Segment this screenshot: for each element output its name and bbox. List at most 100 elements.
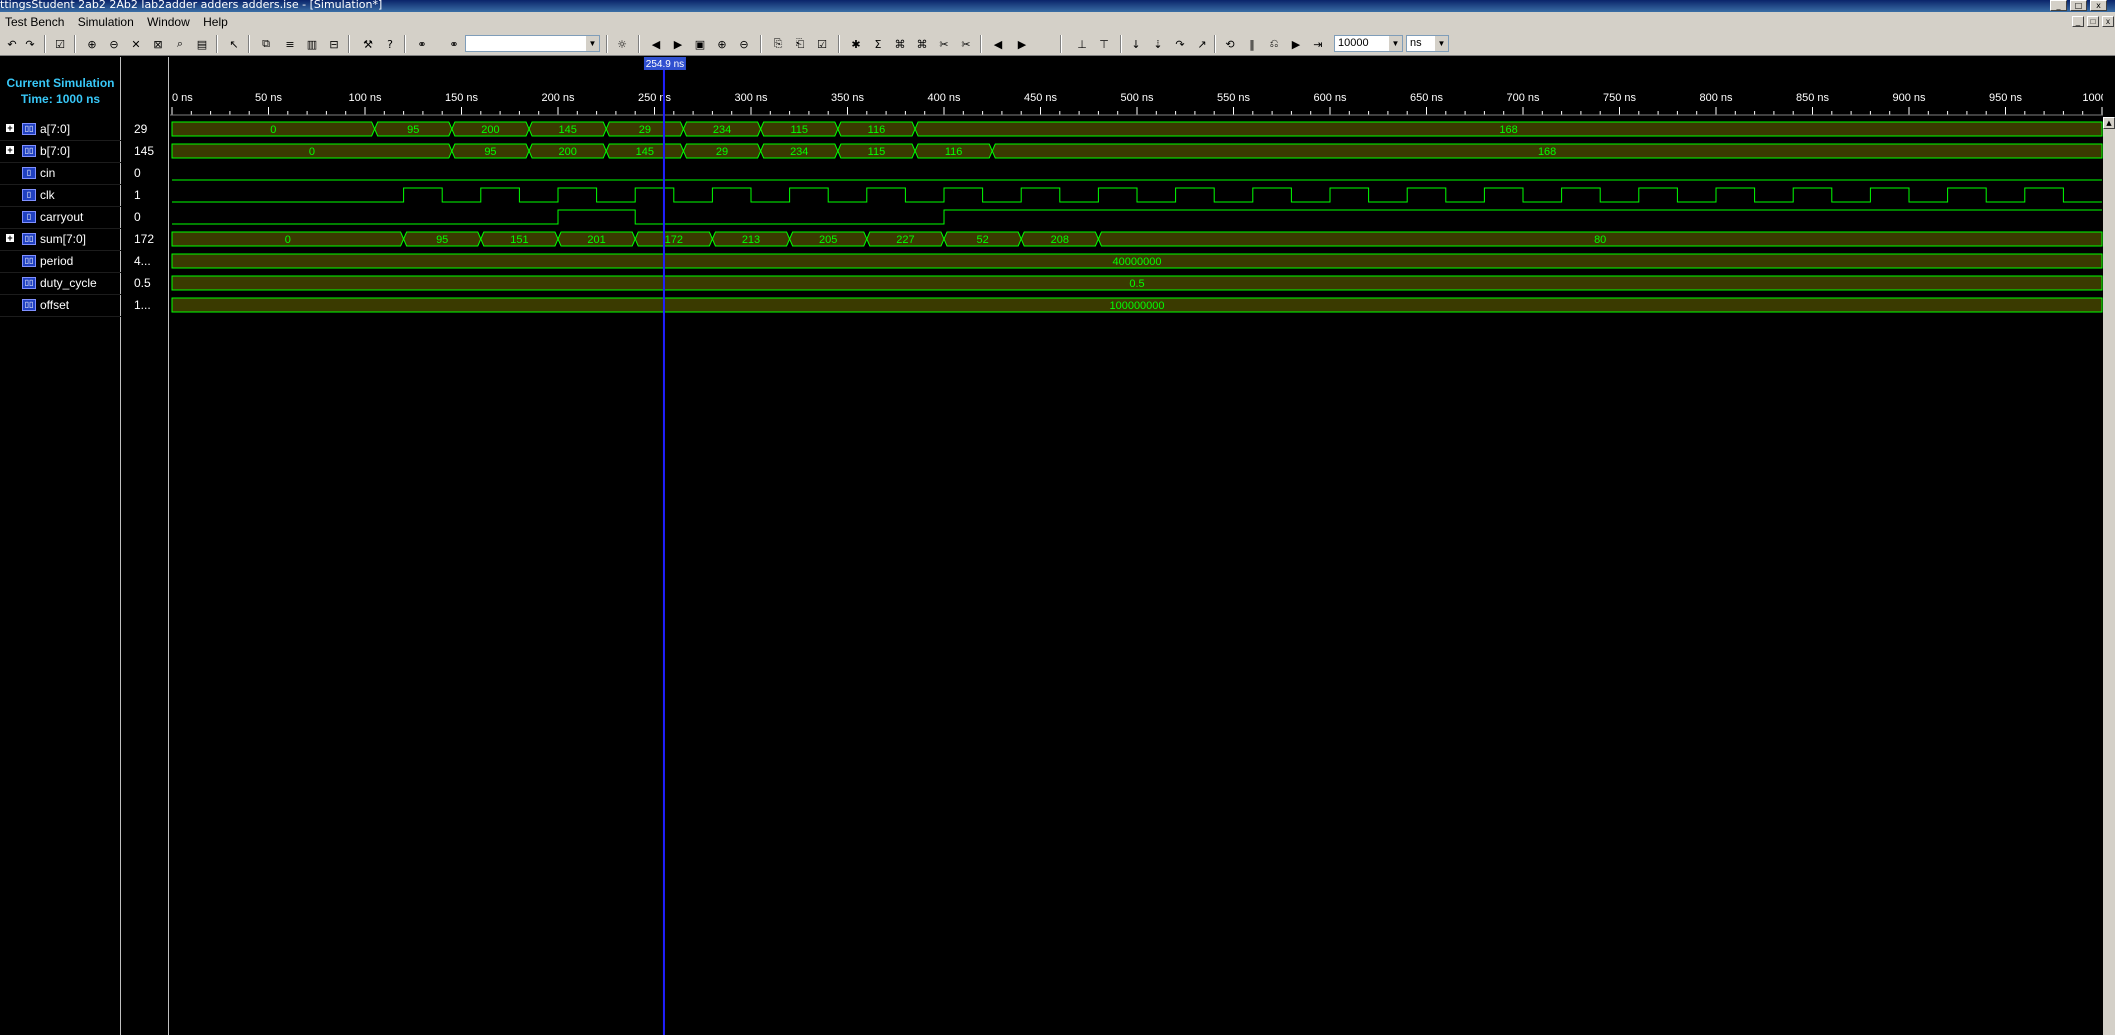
- find-next-icon[interactable]: ⚭: [446, 36, 462, 52]
- signal-row[interactable]: + ▯▯ sum[7:0]: [0, 229, 121, 251]
- signal-value: 29: [134, 122, 148, 136]
- zoom-reset-icon[interactable]: ⊖: [736, 36, 752, 52]
- chevron-down-icon[interactable]: ▼: [1389, 36, 1402, 51]
- expand-icon[interactable]: +: [6, 234, 14, 243]
- remove-signal-icon[interactable]: ≡: [282, 36, 298, 52]
- back-icon[interactable]: ◀: [990, 36, 1006, 52]
- title-bar: ttingsStudent 2ab2 2Ab2 lab2adder adders…: [0, 0, 2115, 12]
- bus-value-label: 116: [868, 124, 886, 136]
- child-close-button[interactable]: x: [2102, 16, 2114, 27]
- run-for-icon[interactable]: ⇥: [1310, 36, 1326, 52]
- child-minimize-button[interactable]: _: [2072, 16, 2084, 27]
- break-icon[interactable]: ⎌: [1266, 36, 1282, 52]
- bus-value-label: 115: [868, 146, 886, 158]
- clipboard-check-icon[interactable]: ☑: [814, 36, 830, 52]
- step-into-icon[interactable]: ⇣: [1150, 36, 1166, 52]
- restart-icon[interactable]: ⟲: [1222, 36, 1238, 52]
- time-label: 950 ns: [1989, 92, 2023, 104]
- divider-icon[interactable]: ▥: [304, 36, 320, 52]
- binoculars-icon[interactable]: ⚭: [414, 36, 430, 52]
- find-icon[interactable]: ⌕: [172, 36, 188, 52]
- chevron-down-icon[interactable]: ▼: [586, 36, 599, 51]
- marker-icon[interactable]: ▣: [692, 36, 708, 52]
- menu-test-bench[interactable]: Test Bench: [0, 12, 69, 32]
- undo-icon[interactable]: ↶: [4, 36, 20, 52]
- previous-marker-icon[interactable]: ◀: [648, 36, 664, 52]
- signal-name: a[7:0]: [40, 122, 71, 136]
- step-icon[interactable]: ↓: [1128, 36, 1144, 52]
- paste-icon[interactable]: ⎗: [792, 36, 808, 52]
- expand-icon[interactable]: +: [6, 124, 14, 133]
- bit-up-icon[interactable]: ⊥: [1074, 36, 1090, 52]
- signal-row[interactable]: ▯ clk: [0, 185, 121, 207]
- zoom-area-icon[interactable]: ⊕: [714, 36, 730, 52]
- waveform-pane[interactable]: 0 ns 50 ns 100 ns 150 ns 200 ns 250 ns 300 ns 3…: [170, 57, 2103, 1035]
- zoom-in-icon[interactable]: ⊕: [84, 36, 100, 52]
- pointer-icon[interactable]: ↖: [226, 36, 242, 52]
- properties-icon[interactable]: ⚒: [360, 36, 376, 52]
- waveform-icon[interactable]: ▤: [194, 36, 210, 52]
- zoom-full-icon[interactable]: ✕: [128, 36, 144, 52]
- bus-value-label: 29: [639, 124, 651, 136]
- signal-row[interactable]: ▯ cin: [0, 163, 121, 185]
- time-label: 50 ns: [255, 92, 282, 104]
- search-combo[interactable]: ▼: [465, 35, 600, 52]
- signal-row[interactable]: ▯ carryout: [0, 207, 121, 229]
- add-signal-icon[interactable]: ⧉: [258, 36, 274, 52]
- bit-down-icon[interactable]: ⊤: [1096, 36, 1112, 52]
- menu-bar: Test Bench Simulation Window Help _ □ x: [0, 12, 2115, 32]
- step-over-icon[interactable]: ↷: [1172, 36, 1188, 52]
- waveform-canvas[interactable]: 0 ns 50 ns 100 ns 150 ns 200 ns 250 ns 300 ns 3…: [170, 57, 2103, 1035]
- signal-value: 4...: [134, 254, 151, 268]
- step-out-icon[interactable]: ↗: [1194, 36, 1210, 52]
- signal-value: 172: [134, 232, 155, 246]
- zoom-fit-icon[interactable]: ⊠: [150, 36, 166, 52]
- cut-icon[interactable]: ✂: [936, 36, 952, 52]
- bus-value-label: 29: [716, 146, 728, 158]
- chevron-down-icon[interactable]: ▼: [1435, 36, 1448, 51]
- redo-icon[interactable]: ↷: [22, 36, 38, 52]
- bus-value-label: 0: [309, 146, 315, 158]
- zoom-out-icon[interactable]: ⊖: [106, 36, 122, 52]
- copy-icon[interactable]: ⎘: [770, 36, 786, 52]
- bus-icon[interactable]: ⊟: [326, 36, 342, 52]
- ungroup-icon[interactable]: ⌘: [914, 36, 930, 52]
- scroll-up-icon[interactable]: ▲: [2103, 117, 2115, 129]
- menu-help[interactable]: Help: [198, 12, 233, 32]
- sim-time-input[interactable]: 10000 ▼: [1334, 35, 1403, 52]
- help-icon[interactable]: ?: [382, 36, 398, 52]
- signal-row[interactable]: + ▯▯ b[7:0]: [0, 141, 121, 163]
- expand-icon[interactable]: +: [6, 146, 14, 155]
- signal-name: clk: [40, 188, 55, 202]
- window-title: ttingsStudent 2ab2 2Ab2 lab2adder adders…: [0, 0, 383, 11]
- bus-value-label: 200: [558, 146, 576, 158]
- signal-row[interactable]: ▯▯ offset: [0, 295, 121, 317]
- maximize-button[interactable]: □: [2070, 0, 2087, 11]
- delete-group-icon[interactable]: ✂: [958, 36, 974, 52]
- signal-value: 0: [134, 210, 141, 224]
- sigma-icon[interactable]: Σ: [870, 36, 886, 52]
- signal-value-pane: 29 145 0 1 0 172 4... 0.5 1...: [122, 57, 169, 1035]
- child-restore-button[interactable]: □: [2087, 16, 2099, 27]
- forward-icon[interactable]: ▶: [1014, 36, 1030, 52]
- settings-icon[interactable]: ✱: [848, 36, 864, 52]
- run-icon[interactable]: ▶: [1288, 36, 1304, 52]
- group-icon[interactable]: ⌘: [892, 36, 908, 52]
- menu-window[interactable]: Window: [142, 12, 195, 32]
- bit-signal-icon: ▯: [22, 211, 36, 223]
- next-marker-icon[interactable]: ▶: [670, 36, 686, 52]
- lightbulb-icon[interactable]: ☼: [614, 36, 630, 52]
- bus-value-label: 227: [896, 234, 914, 246]
- minimize-button[interactable]: _: [2050, 0, 2067, 11]
- pause-icon[interactable]: ‖: [1244, 36, 1260, 52]
- signal-row[interactable]: ▯▯ period: [0, 251, 121, 273]
- signal-value: 0.5: [134, 276, 151, 290]
- menu-simulation[interactable]: Simulation: [73, 12, 139, 32]
- signal-row[interactable]: + ▯▯ a[7:0]: [0, 119, 121, 141]
- sim-time-unit-select[interactable]: ns ▼: [1406, 35, 1449, 52]
- check-icon[interactable]: ☑: [52, 36, 68, 52]
- vertical-scrollbar[interactable]: ▲: [2103, 117, 2115, 1035]
- close-button[interactable]: x: [2090, 0, 2107, 11]
- signal-name: cin: [40, 166, 56, 180]
- signal-row[interactable]: ▯▯ duty_cycle: [0, 273, 121, 295]
